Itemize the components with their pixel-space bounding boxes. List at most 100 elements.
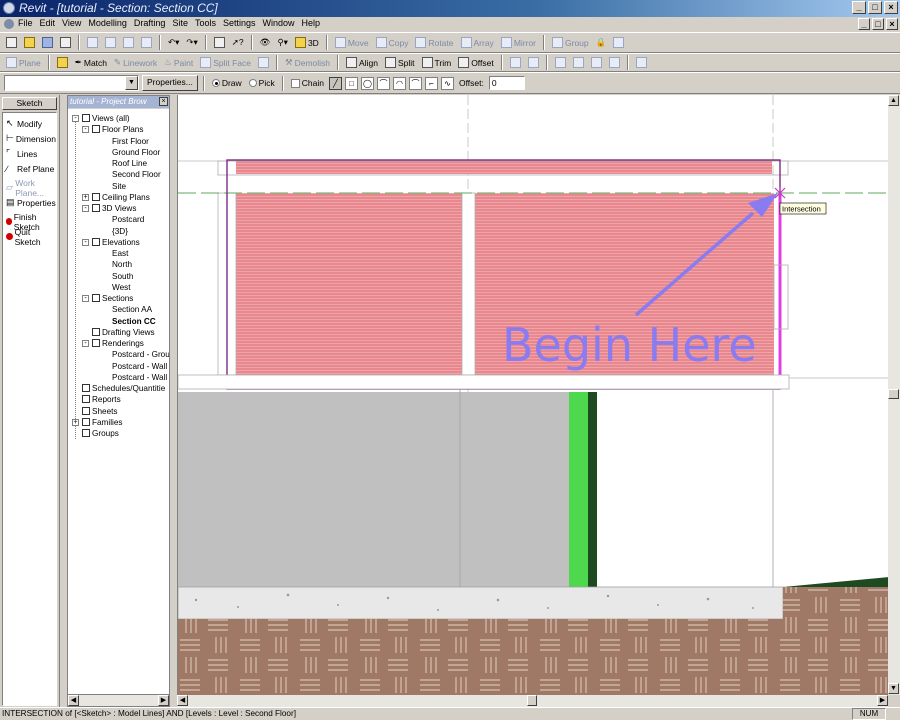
cut-geometry-button[interactable] xyxy=(256,55,271,70)
arc-center-icon[interactable]: ◠ xyxy=(392,76,406,90)
tool-d-button[interactable] xyxy=(607,55,622,70)
chain-checkbox[interactable]: Chain xyxy=(289,76,326,91)
split-button[interactable]: Split xyxy=(383,55,417,70)
close-icon[interactable]: × xyxy=(159,97,168,106)
tree-item[interactable]: Roof Line xyxy=(112,158,147,169)
doc-minimize-button[interactable]: _ xyxy=(858,18,870,30)
tree-item[interactable]: First Floor xyxy=(112,136,149,147)
wall-panel-left[interactable] xyxy=(236,193,462,375)
section-view[interactable]: Begin Here Intersection xyxy=(178,95,888,695)
paint-button[interactable]: ♨ Paint xyxy=(162,55,195,70)
collapse-icon[interactable]: - xyxy=(82,238,89,246)
collapse-icon[interactable]: - xyxy=(82,205,89,212)
offset-button[interactable]: Offset xyxy=(456,55,496,70)
tree-item[interactable]: North xyxy=(112,259,132,270)
expand-icon[interactable]: + xyxy=(72,418,79,426)
new-button[interactable] xyxy=(4,35,19,50)
match-button[interactable]: ✒ Match xyxy=(73,55,109,70)
menu-drafting[interactable]: Drafting xyxy=(134,18,166,28)
tree-item[interactable]: Floor Plans xyxy=(92,124,143,135)
close-button[interactable]: × xyxy=(884,1,898,14)
dimension-tool[interactable]: ⊢ Dimension xyxy=(3,131,56,146)
undo-button[interactable]: ↶▾ xyxy=(166,35,181,50)
tree-item[interactable]: Families xyxy=(82,417,122,428)
demolish-button[interactable]: ⚒ Demolish xyxy=(283,55,332,70)
scroll-up-icon[interactable]: ▲ xyxy=(888,95,899,106)
menu-edit[interactable]: Edit xyxy=(40,18,56,28)
project-browser-hscroll[interactable]: ◀ ▶ xyxy=(68,694,169,706)
minimize-button[interactable]: _ xyxy=(852,1,866,14)
mirror-button[interactable]: Mirror xyxy=(499,35,538,50)
offset-input[interactable]: 0 xyxy=(488,76,525,90)
menu-window[interactable]: Window xyxy=(263,18,295,28)
whats-this-button[interactable]: ➚? xyxy=(230,35,246,50)
tree-item[interactable]: Ceiling Plans xyxy=(92,192,150,203)
save-button[interactable] xyxy=(40,35,55,50)
document-icon[interactable] xyxy=(4,19,14,29)
print-button[interactable] xyxy=(58,35,73,50)
tree-item[interactable]: Postcard - Grou xyxy=(112,349,169,360)
doc-restore-button[interactable]: □ xyxy=(872,18,884,30)
spline-icon[interactable]: ∿ xyxy=(440,76,454,90)
vertical-scroll-thumb[interactable] xyxy=(888,389,899,399)
split-face-button[interactable]: Split Face xyxy=(198,55,253,70)
menu-file[interactable]: File xyxy=(18,18,33,28)
work-plane-tool[interactable]: ▱ Work Plane... xyxy=(3,178,56,198)
scroll-left-icon[interactable]: ◀ xyxy=(68,695,79,706)
tree-item[interactable]: Site xyxy=(112,181,126,192)
revit-app-icon[interactable] xyxy=(3,2,15,14)
delete-button[interactable] xyxy=(139,35,154,50)
plane-button[interactable]: Plane xyxy=(4,55,43,70)
tree-item[interactable]: Section AA xyxy=(112,304,152,315)
tree-item[interactable]: Views (all) xyxy=(82,113,130,124)
scroll-down-icon[interactable]: ▼ xyxy=(888,683,899,694)
paste-button[interactable] xyxy=(121,35,136,50)
collapse-icon[interactable]: - xyxy=(82,340,89,347)
menu-site[interactable]: Site xyxy=(172,18,188,28)
tree-item[interactable]: Schedules/Quantitie xyxy=(82,383,165,394)
redo-button[interactable]: ↷▾ xyxy=(184,35,199,50)
scroll-right-canvas-icon[interactable]: ▶ xyxy=(877,695,888,706)
circle-shape-icon[interactable]: ◯ xyxy=(360,76,374,90)
modify-tool[interactable]: ↖ Modify xyxy=(3,116,56,131)
tree-item[interactable]: Drafting Views xyxy=(92,327,155,338)
vertical-scrollbar[interactable]: ▲ ▼ xyxy=(888,95,900,695)
dropdown-arrow-icon[interactable]: ▼ xyxy=(125,76,138,90)
tree-item[interactable]: East xyxy=(112,248,128,259)
collapse-icon[interactable]: - xyxy=(82,126,89,134)
copy-button[interactable]: Copy xyxy=(374,35,411,50)
ref-plane-tool[interactable]: ∕ Ref Plane xyxy=(3,161,56,176)
tree-item[interactable]: Sections xyxy=(92,293,133,304)
doc-close-button[interactable]: × xyxy=(886,18,898,30)
tree-item[interactable]: {3D} xyxy=(112,226,128,237)
horizontal-scroll-thumb[interactable] xyxy=(527,695,537,706)
roof-band[interactable] xyxy=(236,161,772,174)
linework-button[interactable]: ✎ Linework xyxy=(112,55,159,70)
horizontal-scrollbar[interactable]: ◀ ▶ xyxy=(177,695,888,707)
maximize-button[interactable]: □ xyxy=(868,1,882,14)
copy-clipboard-button[interactable] xyxy=(103,35,118,50)
expand-icon[interactable]: + xyxy=(82,193,89,201)
trim-button[interactable]: Trim xyxy=(420,55,454,70)
tree-item[interactable]: 3D Views xyxy=(92,203,136,214)
type-selector[interactable]: ▼ xyxy=(4,75,139,91)
drawing-canvas[interactable]: Begin Here Intersection xyxy=(177,95,888,695)
scale-button[interactable] xyxy=(526,55,541,70)
array-button[interactable]: Array xyxy=(459,35,496,50)
view-3d-button[interactable]: 3D xyxy=(293,35,321,50)
arc-tangent-icon[interactable]: ⌒ xyxy=(408,76,422,90)
tree-item[interactable]: Renderings xyxy=(92,338,144,349)
line-shape-icon[interactable]: ╱ xyxy=(328,76,342,90)
tool-b-button[interactable] xyxy=(571,55,586,70)
tree-item[interactable]: South xyxy=(112,271,133,282)
tree-item[interactable]: Section CC xyxy=(112,316,156,327)
dynamic-view-button[interactable]: 👁 xyxy=(258,35,273,50)
tool-e-button[interactable] xyxy=(634,55,649,70)
collapse-icon[interactable]: - xyxy=(82,295,89,302)
menu-help[interactable]: Help xyxy=(302,18,321,28)
link-button[interactable] xyxy=(611,35,626,50)
open-button[interactable] xyxy=(22,35,37,50)
pick-radio[interactable]: Pick xyxy=(247,76,277,91)
lines-tool[interactable]: ⌜ Lines xyxy=(3,146,56,161)
menu-tools[interactable]: Tools xyxy=(195,18,216,28)
